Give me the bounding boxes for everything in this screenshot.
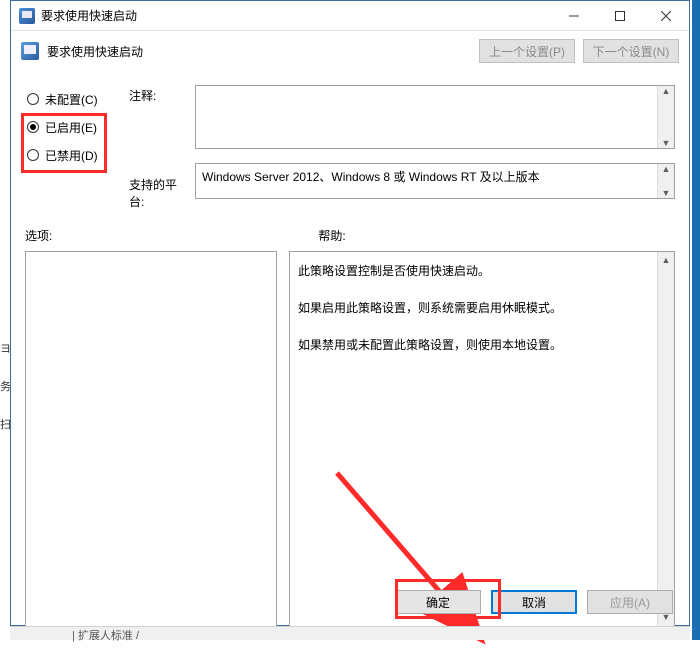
ok-button[interactable]: 确定 <box>395 590 481 614</box>
minimize-button[interactable] <box>551 1 597 31</box>
dialog-button-row: 确定 取消 应用(A) <box>11 579 689 625</box>
toolbar-subtitle: 要求使用快速启动 <box>47 43 143 60</box>
supported-platform-box: Windows Server 2012、Windows 8 或 Windows … <box>195 163 675 199</box>
help-pane: 此策略设置控制是否使用快速启动。 如果启用此策略设置，则系统需要启用休眠模式。 … <box>289 251 675 627</box>
titlebar[interactable]: 要求使用快速启动 <box>11 1 689 31</box>
radio-label: 已启用(E) <box>45 119 97 136</box>
prev-setting-button[interactable]: 上一个设置(P) <box>479 39 575 63</box>
policy-icon <box>21 42 39 60</box>
scroll-down-icon[interactable]: ▼ <box>662 138 671 148</box>
state-radio-group: 未配置(C) 已启用(E) 已禁用(D) <box>25 85 117 169</box>
radio-icon <box>27 93 39 105</box>
radio-label: 未配置(C) <box>45 91 98 108</box>
radio-icon <box>27 121 39 133</box>
help-paragraph: 如果禁用或未配置此策略设置，则使用本地设置。 <box>298 334 652 357</box>
background-tab-fragment: | 扩展人标准 / <box>10 626 690 640</box>
close-button[interactable] <box>643 1 689 31</box>
app-icon <box>19 8 35 24</box>
comment-textarea[interactable]: ▲ ▼ <box>195 85 675 149</box>
radio-enabled[interactable]: 已启用(E) <box>25 113 117 141</box>
scrollbar[interactable]: ▲ ▼ <box>657 252 674 626</box>
background-fragment: ヨ 务 扫 <box>0 330 10 444</box>
platform-label: 支持的平台: <box>129 176 189 210</box>
platform-text: Windows Server 2012、Windows 8 或 Windows … <box>202 170 540 184</box>
section-labels: 选项: 帮助: <box>25 227 685 247</box>
scroll-up-icon[interactable]: ▲ <box>662 86 671 96</box>
cancel-button[interactable]: 取消 <box>491 590 577 614</box>
toolbar: 要求使用快速启动 上一个设置(P) 下一个设置(N) <box>11 31 689 71</box>
scrollbar[interactable]: ▲ ▼ <box>657 86 674 148</box>
maximize-button[interactable] <box>597 1 643 31</box>
scroll-up-icon[interactable]: ▲ <box>662 164 671 174</box>
next-setting-button[interactable]: 下一个设置(N) <box>583 39 679 63</box>
radio-icon <box>27 149 39 161</box>
dialog-window: 要求使用快速启动 要求使用快速启动 上一个设置(P) 下一个设置(N) 未配置(… <box>10 0 690 626</box>
radio-label: 已禁用(D) <box>45 147 98 164</box>
radio-not-configured[interactable]: 未配置(C) <box>25 85 117 113</box>
options-pane <box>25 251 277 627</box>
help-label: 帮助: <box>318 227 345 247</box>
scroll-down-icon[interactable]: ▼ <box>662 188 671 198</box>
radio-disabled[interactable]: 已禁用(D) <box>25 141 117 169</box>
dialog-body: 未配置(C) 已启用(E) 已禁用(D) 注释: 支持的平台: ▲ ▼ Wind… <box>11 71 689 625</box>
options-label: 选项: <box>25 227 52 247</box>
scroll-up-icon[interactable]: ▲ <box>662 252 671 269</box>
apply-button[interactable]: 应用(A) <box>587 590 673 614</box>
scrollbar[interactable]: ▲ ▼ <box>657 164 674 198</box>
help-paragraph: 如果启用此策略设置，则系统需要启用休眠模式。 <box>298 297 652 320</box>
desktop-edge <box>692 0 700 640</box>
field-labels: 注释: 支持的平台: <box>129 87 189 210</box>
help-paragraph: 此策略设置控制是否使用快速启动。 <box>298 260 652 283</box>
window-title: 要求使用快速启动 <box>41 7 551 24</box>
comment-label: 注释: <box>129 87 189 104</box>
